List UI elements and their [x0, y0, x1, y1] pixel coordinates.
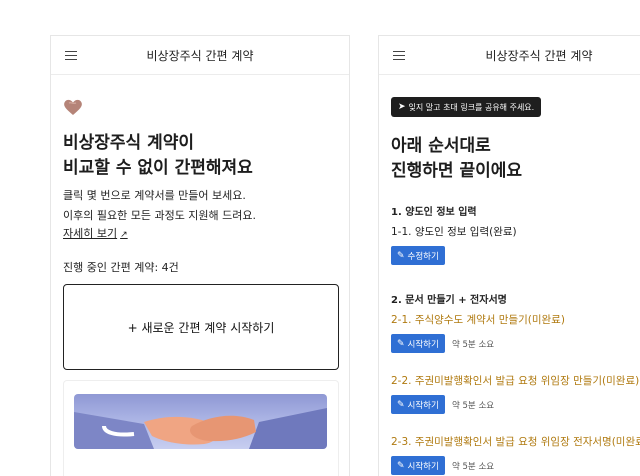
description: 클릭 몇 번으로 계약서를 만들어 보세요. 이후의 필요한 모든 과정도 지원… — [63, 186, 256, 226]
home-panel: 비상장주식 간편 계약 비상장주식 계약이 비교할 수 없이 간편해져요 클릭 … — [50, 35, 350, 476]
headline-line-1: 비상장주식 계약이 — [63, 133, 195, 153]
step-2-3: 2-3. 주권미발행확인서 발급 요청 위임장 전자서명(미완료) — [391, 436, 640, 448]
app-header-2: 비상장주식 간편 계약 — [379, 36, 640, 75]
guide-headline-line-1: 아래 순서대로 — [391, 136, 491, 156]
info-card — [63, 380, 339, 476]
share-tip-text: 잊지 말고 초대 링크를 공유해 주세요. — [408, 102, 535, 112]
external-link-icon: ↗ — [120, 230, 128, 240]
headline-line-2: 비교할 수 없이 간편해져요 — [63, 158, 253, 178]
step-2-2: 2-2. 주권미발행확인서 발급 요청 위임장 만들기(미완료) — [391, 375, 640, 387]
share-tip-badge: ➤ 잊지 말고 초대 링크를 공유해 주세요. — [391, 97, 542, 117]
step-1-title: 1. 양도인 정보 입력 — [391, 207, 477, 218]
start-button-label: 시작하기 — [407, 461, 439, 472]
guide-headline-line-2: 진행하면 끝이에요 — [391, 161, 523, 181]
start-button-label: 시작하기 — [407, 339, 439, 350]
app-title-2: 비상장주식 간편 계약 — [485, 48, 593, 63]
handshake-illustration — [74, 408, 327, 449]
pencil-icon: ✎ — [397, 399, 405, 410]
app-title: 비상장주식 간편 계약 — [146, 48, 254, 63]
menu-icon[interactable] — [65, 49, 77, 61]
new-contract-button[interactable]: + 새로운 간편 계약 시작하기 — [63, 284, 339, 370]
in-progress-count: 진행 중인 간편 계약: 4건 — [63, 261, 179, 274]
app-header: 비상장주식 간편 계약 — [51, 36, 349, 75]
pencil-icon: ✎ — [397, 460, 405, 471]
edit-button-label: 수정하기 — [407, 251, 439, 262]
pencil-icon: ✎ — [397, 250, 405, 261]
menu-icon-2[interactable] — [393, 49, 405, 61]
start-button-2-2[interactable]: ✎ 시작하기 — [391, 395, 445, 414]
start-button-2-1[interactable]: ✎ 시작하기 — [391, 334, 445, 353]
start-button-label: 시작하기 — [407, 400, 439, 411]
step-2-title: 2. 문서 만들기 + 전자서명 — [391, 295, 507, 306]
guide-panel: 비상장주식 간편 계약 ➤ 잊지 말고 초대 링크를 공유해 주세요. 아래 순… — [378, 35, 640, 476]
more-link-label: 자세히 보기 — [63, 227, 118, 240]
description-line-1: 클릭 몇 번으로 계약서를 만들어 보세요. — [63, 189, 246, 202]
page-headline: 비상장주식 계약이 비교할 수 없이 간편해져요 — [63, 131, 253, 181]
pencil-icon: ✎ — [397, 338, 405, 349]
guide-headline: 아래 순서대로 진행하면 끝이에요 — [391, 134, 522, 184]
time-estimate: 약 5분 소요 — [452, 401, 495, 411]
step-2-1: 2-1. 주식양수도 계약서 만들기(미완료) — [391, 314, 565, 326]
handshake-image — [74, 394, 327, 449]
step-1-1: 1-1. 양도인 정보 입력(완료) — [391, 226, 517, 238]
start-button-2-3[interactable]: ✎ 시작하기 — [391, 456, 445, 475]
heart-icon — [64, 99, 82, 115]
time-estimate: 약 5분 소요 — [452, 462, 495, 472]
time-estimate: 약 5분 소요 — [452, 340, 495, 350]
more-link[interactable]: 자세히 보기 ↗ — [63, 225, 128, 241]
description-line-2: 이후의 필요한 모든 과정도 지원해 드려요. — [63, 209, 257, 222]
send-icon: ➤ — [398, 102, 406, 112]
edit-button[interactable]: ✎ 수정하기 — [391, 246, 445, 265]
